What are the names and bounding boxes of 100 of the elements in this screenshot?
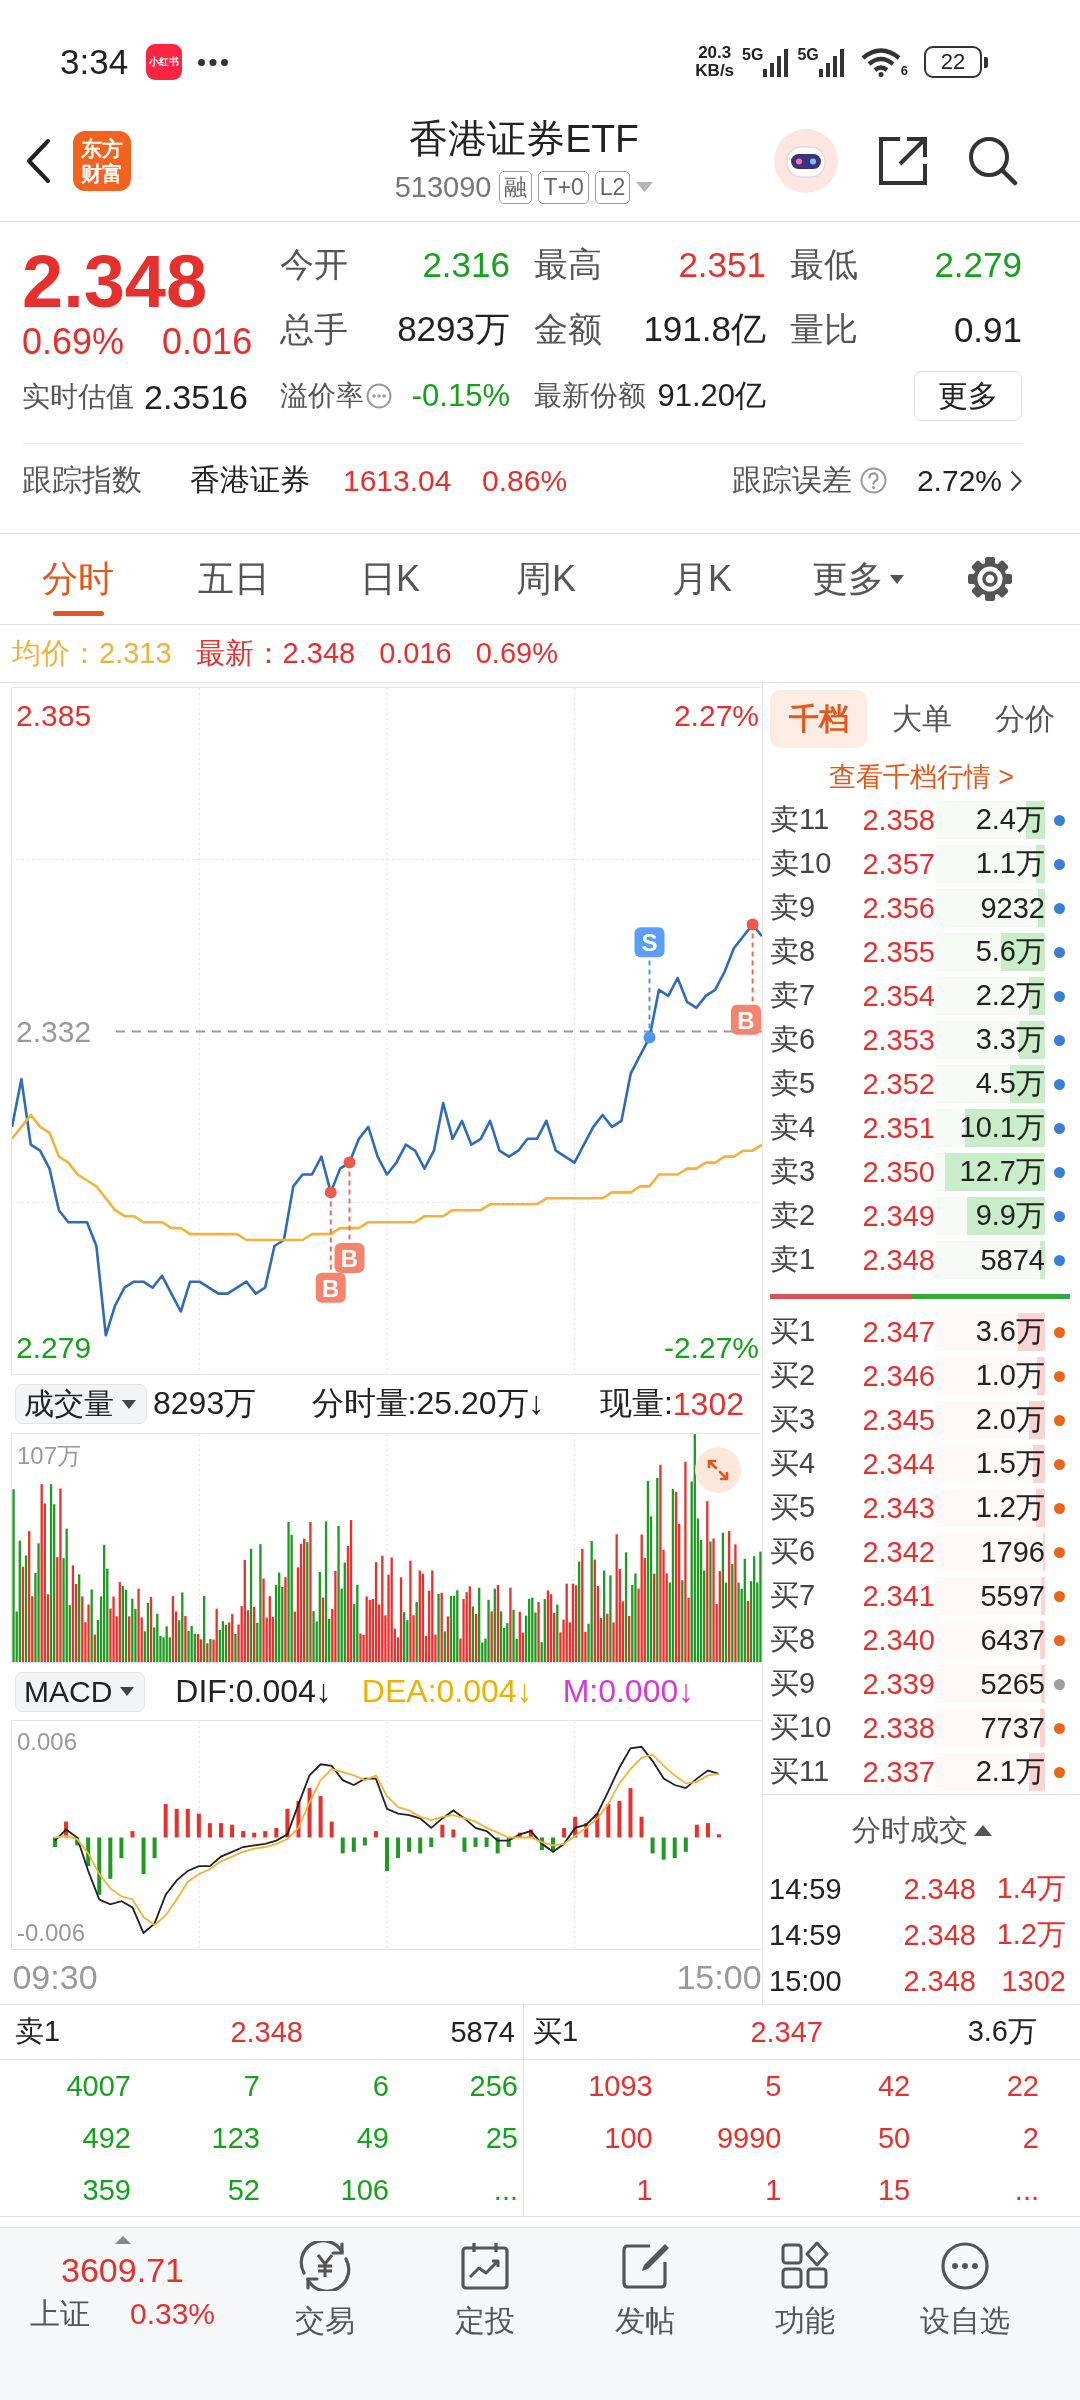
histogram-bar bbox=[141, 1837, 146, 1875]
order-size: 25 bbox=[484, 2121, 518, 2155]
histogram-bar bbox=[185, 1808, 190, 1838]
change-amount: 0.016 bbox=[162, 322, 253, 362]
axis-label: -2.27% bbox=[663, 1330, 759, 1364]
apps-icon bbox=[780, 2241, 830, 2291]
stock-title: 香港证券ETF bbox=[409, 116, 639, 162]
indicator-dropdown[interactable]: 成交量 bbox=[15, 1384, 147, 1424]
info-icon[interactable] bbox=[366, 383, 392, 409]
caret-icon bbox=[120, 1687, 135, 1696]
index-ticker-value[interactable]: 3609.71 bbox=[61, 2250, 184, 2290]
back-icon[interactable] bbox=[25, 137, 51, 184]
index-ticker-change[interactable]: 0.33% bbox=[129, 2294, 216, 2334]
stock-tag: L2 bbox=[594, 170, 631, 204]
histogram-bar bbox=[241, 1831, 246, 1838]
order-book-tab[interactable]: 大单 bbox=[873, 690, 971, 748]
order-size: 15 bbox=[877, 2173, 911, 2207]
bid-price: 2.344 bbox=[861, 1447, 935, 1481]
histogram-bar bbox=[219, 1823, 223, 1838]
order-book-link[interactable]: 查看千档行情 > bbox=[828, 758, 1015, 795]
index-change: 0.86% bbox=[482, 463, 568, 498]
histogram-bar bbox=[75, 1837, 80, 1846]
caret-icon[interactable] bbox=[973, 1825, 992, 1836]
histogram-bar bbox=[562, 1827, 567, 1838]
histogram-bar bbox=[650, 1837, 655, 1854]
ask-volume: 5.6万 bbox=[975, 934, 1045, 969]
stat-value: 8293万 bbox=[397, 308, 510, 350]
ask-price: 2.356 bbox=[861, 891, 935, 925]
wifi-indicator: 6 bbox=[860, 47, 908, 77]
queue-level-label: 卖1 bbox=[15, 2014, 62, 2049]
histogram-bar bbox=[196, 1813, 201, 1838]
chart-tab[interactable]: 日K bbox=[312, 534, 468, 624]
total-volume: 8293万 bbox=[153, 1384, 257, 1423]
trade-time: 14:59 bbox=[769, 1918, 843, 1952]
bid-level-label: 买10 bbox=[770, 1710, 833, 1745]
histogram-bar bbox=[473, 1837, 478, 1847]
stat-label: 金额 bbox=[534, 308, 602, 350]
search-icon[interactable] bbox=[968, 135, 1018, 186]
order-size: 492 bbox=[81, 2121, 131, 2155]
ask-volume: 9.9万 bbox=[975, 1198, 1045, 1233]
histogram-bar bbox=[86, 1837, 91, 1867]
estimate-value: 2.3516 bbox=[144, 377, 248, 417]
histogram-bar bbox=[64, 1821, 69, 1838]
chart-tab[interactable]: 五日 bbox=[156, 534, 312, 624]
nav-button[interactable]: 设自选 bbox=[885, 2228, 1045, 2341]
bid-level-label: 买6 bbox=[770, 1534, 817, 1569]
share-icon[interactable] bbox=[878, 135, 928, 186]
trade-price: 2.348 bbox=[902, 1918, 976, 1952]
chart-tab[interactable]: 月K bbox=[624, 534, 780, 624]
histogram-bar bbox=[53, 1837, 57, 1847]
axis-label: 2.332 bbox=[16, 1015, 92, 1049]
index-ticker-name[interactable]: 上证 bbox=[29, 2294, 90, 2334]
ask-level-label: 卖1 bbox=[770, 1242, 817, 1277]
chart-tab[interactable]: 更多 bbox=[780, 534, 936, 624]
stat-value: 2.279 bbox=[934, 244, 1022, 285]
estimate-label: 实时估值 bbox=[22, 380, 134, 414]
bid-price: 2.347 bbox=[861, 1315, 935, 1349]
histogram-bar bbox=[351, 1837, 356, 1852]
chart-tab[interactable]: 分时 bbox=[0, 534, 156, 624]
histogram-bar bbox=[683, 1837, 688, 1852]
nav-button[interactable]: 功能 bbox=[725, 2228, 885, 2341]
signal-indicator: 5G bbox=[742, 47, 790, 77]
stat-label: 量比 bbox=[790, 308, 858, 350]
bid-level-label: 买2 bbox=[770, 1358, 817, 1393]
time-axis-label: 09:30 bbox=[12, 1958, 98, 1997]
expand-icon[interactable] bbox=[695, 1447, 741, 1493]
nav-button[interactable]: 发帖 bbox=[565, 2228, 725, 2341]
more-icon bbox=[940, 2241, 990, 2291]
histogram-bar bbox=[396, 1837, 401, 1859]
chevron-right-icon[interactable] bbox=[1010, 469, 1022, 492]
order-size: 42 bbox=[877, 2069, 911, 2103]
bid-volume: 1.0万 bbox=[975, 1358, 1045, 1393]
bid-volume: 1.5万 bbox=[975, 1446, 1045, 1481]
bid-price: 2.343 bbox=[861, 1491, 935, 1525]
bid-price: 2.339 bbox=[861, 1667, 935, 1701]
trade-volume: 1.2万 bbox=[995, 1917, 1066, 1952]
more-button[interactable]: 更多 bbox=[914, 371, 1022, 421]
indicator-dropdown[interactable]: MACD bbox=[15, 1671, 146, 1712]
histogram-bar bbox=[539, 1837, 544, 1851]
currency-exchange-icon bbox=[297, 2241, 353, 2291]
index-name: 香港证券 bbox=[190, 462, 311, 498]
chart-tab[interactable]: 周K bbox=[468, 534, 624, 624]
ask-level-label: 卖5 bbox=[770, 1066, 817, 1101]
help-icon[interactable] bbox=[859, 467, 887, 494]
stock-code: 513090 bbox=[394, 170, 492, 204]
caret-icon[interactable] bbox=[114, 2236, 131, 2244]
nav-button[interactable]: 交易 bbox=[245, 2228, 405, 2341]
order-book-tab[interactable]: 分价 bbox=[976, 690, 1074, 748]
trades-title[interactable]: 分时成交 bbox=[851, 1810, 968, 1851]
histogram-bar bbox=[385, 1837, 389, 1871]
nav-button[interactable]: 定投 bbox=[405, 2228, 565, 2341]
ask-volume: 10.1万 bbox=[959, 1110, 1045, 1145]
histogram-bar bbox=[606, 1804, 611, 1838]
ask-level-label: 卖9 bbox=[770, 890, 817, 925]
stat-label: 今开 bbox=[280, 243, 348, 285]
settings-icon[interactable] bbox=[967, 556, 1013, 602]
bid-price: 2.341 bbox=[861, 1579, 935, 1613]
ask-level-label: 卖8 bbox=[770, 934, 817, 969]
robot-icon[interactable] bbox=[774, 128, 838, 193]
current-volume: 1302 bbox=[672, 1385, 744, 1423]
